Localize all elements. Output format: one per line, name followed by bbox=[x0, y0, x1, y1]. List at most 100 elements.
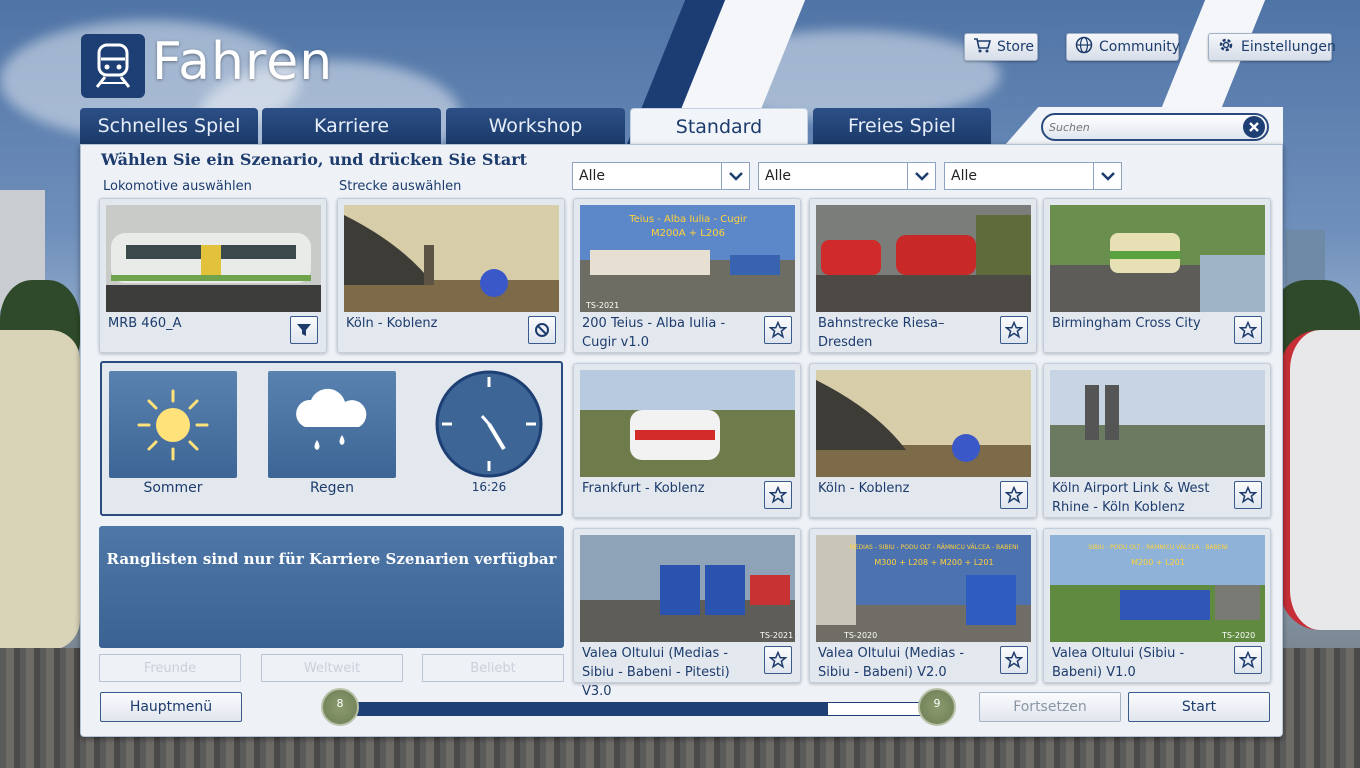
thumb-badge: TS-2020 bbox=[1221, 631, 1255, 640]
loco-card[interactable]: MRB 460_A bbox=[99, 198, 327, 353]
scenario-thumbnail bbox=[1050, 370, 1265, 477]
thumb-badge: TS-2021 bbox=[585, 301, 619, 310]
favorite-button[interactable] bbox=[1000, 646, 1028, 674]
cart-icon bbox=[973, 37, 992, 57]
scenario-card[interactable]: SIBIU - PODU OLT - RÂMNICU VÂLCEA - BABE… bbox=[1043, 528, 1271, 683]
route-card[interactable]: Köln - Koblenz bbox=[337, 198, 565, 353]
scenario-name: Birmingham Cross City bbox=[1052, 316, 1201, 331]
friends-button[interactable]: Freunde bbox=[99, 654, 241, 682]
season-selector[interactable] bbox=[109, 371, 237, 478]
settings-button[interactable]: Einstellungen bbox=[1208, 33, 1336, 61]
star-icon bbox=[1239, 486, 1257, 504]
settings-label: Einstellungen bbox=[1241, 39, 1336, 55]
scenario-card[interactable]: MEDIAS - SIBIU - PODU OLT - RÂMNICU VÂLC… bbox=[809, 528, 1037, 683]
time-label: 16:26 bbox=[471, 480, 507, 494]
rain-cloud-icon bbox=[296, 388, 367, 450]
scenario-card[interactable]: Birmingham Cross City bbox=[1043, 198, 1271, 353]
clear-route-button[interactable] bbox=[528, 316, 556, 344]
filter-value: Alle bbox=[951, 168, 977, 184]
level-progress-bar bbox=[340, 702, 936, 716]
scenario-thumbnail: Teius - Alba Iulia - Cugir M200A + L206 … bbox=[580, 205, 795, 312]
filter-value: Alle bbox=[765, 168, 791, 184]
favorite-button[interactable] bbox=[764, 316, 792, 344]
scenario-name: Valea Oltului (Sibiu - Babeni) V1.0 bbox=[1052, 646, 1185, 680]
loco-select-label: Lokomotive auswählen bbox=[103, 179, 252, 194]
tab-schnelles-spiel[interactable]: Schnelles Spiel bbox=[80, 108, 258, 144]
star-icon bbox=[1005, 651, 1023, 669]
scenario-thumbnail: TS-2021 bbox=[580, 535, 795, 642]
route-name: Köln - Koblenz bbox=[346, 316, 438, 331]
filter-dropdown-3[interactable]: Alle bbox=[944, 162, 1122, 190]
scenario-card[interactable]: Bahnstrecke Riesa–Dresden bbox=[809, 198, 1037, 353]
scenario-thumbnail: SIBIU - PODU OLT - RÂMNICU VÂLCEA - BABE… bbox=[1050, 535, 1265, 642]
search-input[interactable] bbox=[1049, 120, 1229, 134]
favorite-button[interactable] bbox=[764, 646, 792, 674]
scenario-card[interactable]: Köln Airport Link & West Rhine - Köln Ko… bbox=[1043, 363, 1271, 518]
weather-label: Regen bbox=[309, 480, 355, 496]
chevron-down-icon bbox=[721, 163, 749, 189]
community-label: Community bbox=[1099, 39, 1181, 55]
globe-icon bbox=[1075, 36, 1093, 58]
filter-dropdown-2[interactable]: Alle bbox=[758, 162, 936, 190]
instruction-text: Wählen Sie ein Szenario, und drücken Sie… bbox=[101, 150, 528, 169]
store-label: Store bbox=[997, 39, 1035, 55]
clear-search-button[interactable] bbox=[1243, 116, 1265, 138]
star-icon bbox=[1239, 321, 1257, 339]
scenario-card[interactable]: Köln - Koblenz bbox=[809, 363, 1037, 518]
scenario-name: Valea Oltului (Medias - Sibiu - Babeni) … bbox=[818, 646, 965, 680]
thumb-badge: TS-2021 bbox=[759, 631, 793, 640]
chevron-down-icon bbox=[907, 163, 935, 189]
thumb-subtitle: M200 + L201 bbox=[1131, 558, 1185, 567]
scenario-name: 200 Teius - Alba Iulia - Cugir v1.0 bbox=[582, 316, 726, 350]
favorite-button[interactable] bbox=[1234, 646, 1262, 674]
clock-icon bbox=[435, 370, 543, 478]
main-menu-button[interactable]: Hauptmenü bbox=[100, 692, 242, 722]
season-label: Sommer bbox=[143, 480, 203, 496]
train-logo-icon bbox=[81, 34, 145, 98]
level-next-badge: 9 bbox=[918, 688, 956, 726]
gear-icon bbox=[1217, 36, 1235, 58]
favorite-button[interactable] bbox=[1234, 481, 1262, 509]
star-icon bbox=[1005, 486, 1023, 504]
scenario-thumbnail: MEDIAS - SIBIU - PODU OLT - RÂMNICU VÂLC… bbox=[816, 535, 1031, 642]
tab-freies-spiel[interactable]: Freies Spiel bbox=[813, 108, 991, 144]
favorite-button[interactable] bbox=[1000, 481, 1028, 509]
weather-panel: Sommer Regen 16:26 bbox=[100, 361, 563, 516]
tab-standard[interactable]: Standard bbox=[630, 108, 808, 145]
scenario-name: Köln - Koblenz bbox=[818, 481, 910, 496]
filter-dropdown-1[interactable]: Alle bbox=[572, 162, 750, 190]
thumb-title: MEDIAS - SIBIU - PODU OLT - RÂMNICU VÂLC… bbox=[850, 544, 1019, 551]
star-icon bbox=[1005, 321, 1023, 339]
tab-karriere[interactable]: Karriere bbox=[262, 108, 441, 144]
worldwide-button[interactable]: Weltweit bbox=[261, 654, 403, 682]
filter-loco-button[interactable] bbox=[290, 316, 318, 344]
star-icon bbox=[1239, 651, 1257, 669]
favorite-button[interactable] bbox=[1000, 316, 1028, 344]
level-progress-fill bbox=[341, 703, 829, 715]
thumb-subtitle: M300 + L208 + M200 + L201 bbox=[874, 558, 993, 567]
scenario-name: Bahnstrecke Riesa–Dresden bbox=[818, 316, 945, 350]
store-button[interactable]: Store bbox=[964, 33, 1038, 61]
scenario-card[interactable]: TS-2021 Valea Oltului (Medias - Sibiu - … bbox=[573, 528, 801, 699]
scenario-card[interactable]: Frankfurt - Koblenz bbox=[573, 363, 801, 518]
scenario-thumbnail bbox=[580, 370, 795, 477]
scenario-card[interactable]: Teius - Alba Iulia - Cugir M200A + L206 … bbox=[573, 198, 801, 353]
scenario-name: Valea Oltului (Medias - Sibiu - Babeni -… bbox=[582, 646, 730, 699]
tab-workshop[interactable]: Workshop bbox=[446, 108, 625, 144]
search-box bbox=[1041, 113, 1269, 141]
close-icon bbox=[1249, 122, 1259, 132]
clock-selector[interactable] bbox=[434, 369, 544, 483]
weather-selector[interactable] bbox=[268, 371, 396, 478]
thumb-title: SIBIU - PODU OLT - RÂMNICU VÂLCEA - BABE… bbox=[1088, 544, 1228, 551]
scenario-thumbnail bbox=[816, 205, 1031, 312]
favorite-button[interactable] bbox=[1234, 316, 1262, 344]
start-button[interactable]: Start bbox=[1128, 692, 1270, 722]
community-button[interactable]: Community bbox=[1066, 33, 1181, 61]
route-thumbnail bbox=[344, 205, 559, 312]
thumb-title: Teius - Alba Iulia - Cugir bbox=[628, 214, 748, 225]
cancel-icon bbox=[535, 323, 549, 337]
continue-button[interactable]: Fortsetzen bbox=[979, 692, 1121, 722]
scenario-name: Köln Airport Link & West Rhine - Köln Ko… bbox=[1052, 481, 1210, 515]
popular-button[interactable]: Beliebt bbox=[422, 654, 564, 682]
favorite-button[interactable] bbox=[764, 481, 792, 509]
